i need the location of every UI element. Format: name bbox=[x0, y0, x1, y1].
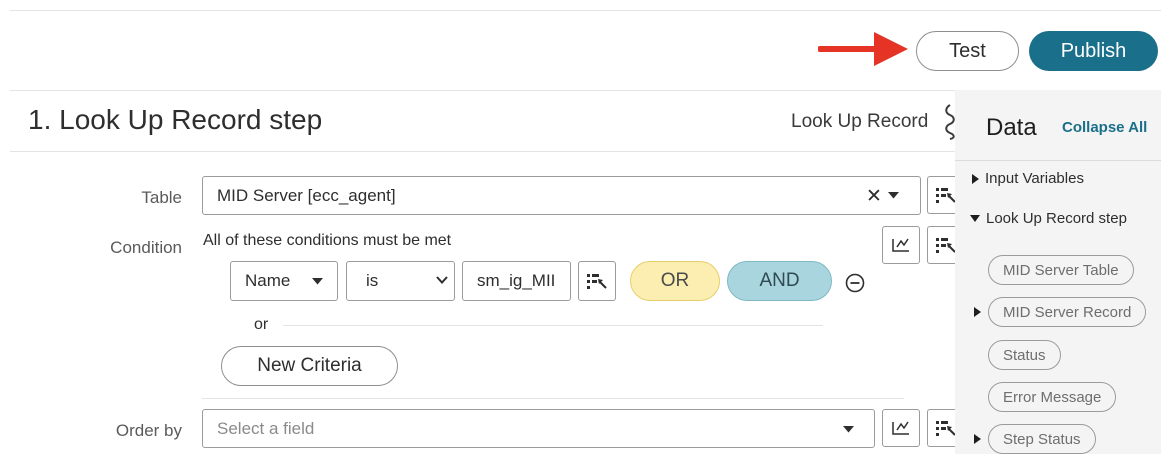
tree-item-input-variables[interactable]: Input Variables bbox=[972, 170, 1084, 187]
caret-right-icon[interactable] bbox=[974, 307, 981, 317]
script-icon bbox=[892, 421, 909, 435]
data-panel: Data Collapse All Input Variables Look U… bbox=[955, 90, 1161, 454]
order-by-script-button[interactable] bbox=[882, 409, 920, 447]
table-value: MID Server [ecc_agent] bbox=[217, 185, 396, 205]
table-select[interactable]: MID Server [ecc_agent] bbox=[202, 176, 921, 215]
order-by-select[interactable]: Select a field bbox=[202, 409, 875, 448]
data-pill-mid-server-record[interactable]: MID Server Record bbox=[988, 297, 1147, 327]
data-pill-picker-icon bbox=[936, 238, 956, 253]
data-pill-mid-server-table[interactable]: MID Server Table bbox=[988, 255, 1134, 285]
title-divider bbox=[10, 151, 955, 152]
tree-item-label: Look Up Record step bbox=[986, 210, 1127, 227]
order-by-data-pill-button[interactable] bbox=[927, 409, 957, 447]
data-pill-error-message[interactable]: Error Message bbox=[988, 382, 1117, 412]
caret-down-icon bbox=[970, 215, 980, 222]
script-toggle-button[interactable] bbox=[882, 226, 920, 264]
data-pill-picker-button[interactable] bbox=[927, 176, 957, 214]
data-pill-picker-icon bbox=[936, 188, 956, 203]
tree-item-label: Input Variables bbox=[985, 170, 1084, 187]
and-button[interactable]: AND bbox=[727, 261, 832, 301]
or-separator-line bbox=[283, 325, 823, 326]
clear-icon[interactable]: ✕ bbox=[866, 185, 882, 208]
remove-condition-icon[interactable] bbox=[845, 273, 865, 293]
or-separator-label: or bbox=[254, 316, 269, 333]
data-pill-status[interactable]: Status bbox=[988, 340, 1061, 370]
condition-description: All of these conditions must be met bbox=[203, 232, 452, 249]
test-button[interactable]: Test bbox=[916, 31, 1019, 71]
condition-operator-value: is bbox=[366, 271, 379, 290]
data-panel-divider bbox=[955, 160, 1161, 161]
condition-label: Condition bbox=[110, 238, 182, 257]
data-pill-step-status[interactable]: Step Status bbox=[988, 424, 1096, 454]
top-divider bbox=[10, 10, 1161, 11]
header-divider bbox=[10, 90, 955, 91]
condition-value-input[interactable]: sm_ig_MII bbox=[462, 261, 571, 301]
red-arrow-annotation bbox=[818, 32, 908, 66]
or-button[interactable]: OR bbox=[630, 261, 720, 301]
table-label: Table bbox=[141, 188, 182, 207]
order-by-label: Order by bbox=[115, 421, 182, 440]
data-panel-title: Data bbox=[986, 114, 1037, 141]
collapse-all-link[interactable]: Collapse All bbox=[1062, 119, 1147, 136]
chevron-down-icon bbox=[312, 278, 323, 285]
new-criteria-button[interactable]: New Criteria bbox=[221, 346, 398, 386]
condition-data-pill-button[interactable] bbox=[927, 226, 957, 264]
condition-bottom-divider bbox=[202, 398, 904, 399]
script-icon bbox=[892, 238, 909, 252]
caret-right-icon bbox=[972, 173, 979, 184]
chevron-down-icon bbox=[843, 426, 854, 433]
order-by-placeholder: Select a field bbox=[217, 418, 315, 438]
step-type-label: Look Up Record bbox=[791, 111, 929, 132]
step-title: 1. Look Up Record step bbox=[28, 104, 323, 135]
table-dropdown-icon[interactable] bbox=[888, 192, 899, 199]
caret-right-icon[interactable] bbox=[974, 434, 981, 444]
chevron-down-icon bbox=[436, 276, 448, 284]
condition-value-pill-button[interactable] bbox=[578, 261, 616, 301]
condition-field-value: Name bbox=[245, 271, 291, 290]
tree-item-look-up-record-step[interactable]: Look Up Record step bbox=[970, 210, 1127, 227]
data-pill-picker-icon bbox=[936, 421, 956, 436]
data-pill-picker-icon bbox=[587, 274, 607, 289]
condition-value-text: sm_ig_MII bbox=[477, 271, 556, 290]
publish-button[interactable]: Publish bbox=[1029, 31, 1158, 71]
